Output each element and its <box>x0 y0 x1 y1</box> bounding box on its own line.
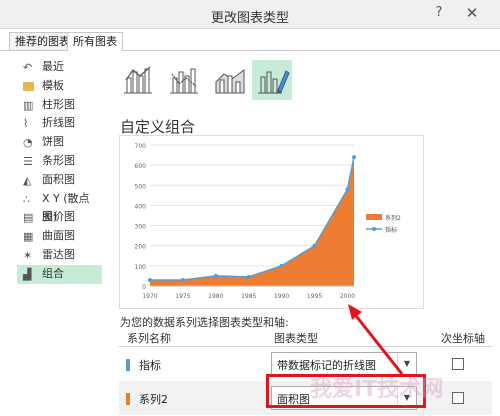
y-tick-label: 500 <box>135 183 147 190</box>
svg-text:我爱IT技术网: 我爱IT技术网 <box>310 377 443 402</box>
sidebar-item-label: 折线图 <box>42 116 75 130</box>
combo-chart-icon: ▟ <box>23 267 32 281</box>
sidebar-item[interactable]: ↶ 最近 <box>17 58 102 77</box>
pie-chart-icon: ◔ <box>23 136 33 150</box>
sidebar-item[interactable]: ◭ 面积图 <box>17 171 102 190</box>
watermark-logo: 我爱IT技术网 <box>310 377 443 402</box>
combo-subtype-gallery <box>118 60 298 102</box>
close-button[interactable]: ✕ <box>458 2 486 24</box>
sidebar-item-label: 模板 <box>42 78 64 92</box>
y-tick-label: 600 <box>135 163 147 170</box>
sidebar-item[interactable]: ⌇ 折线图 <box>17 114 102 133</box>
sidebar-item[interactable]: ✶ 雷达图 <box>17 246 102 265</box>
header-series-name: 系列名称 <box>127 332 171 345</box>
stock-chart-icon: ▤ <box>23 211 34 225</box>
series-prompt: 为您的数据系列选择图表类型和轴: <box>120 316 289 329</box>
y-tick-label: 200 <box>135 244 147 251</box>
x-tick-label: 1980 <box>208 293 223 300</box>
tab-recommended-charts[interactable]: 推荐的图表 <box>9 32 76 50</box>
sidebar-item[interactable]: ▟ 组合 <box>17 264 102 284</box>
sidebar-item-label: 最近 <box>42 60 64 73</box>
sidebar-item[interactable]: ▤ 股价图 <box>17 208 102 227</box>
tab-all-charts[interactable]: 所有图表 <box>67 32 123 51</box>
bar-chart-icon: ☰ <box>23 154 33 168</box>
line-series-marker <box>246 274 251 279</box>
help-button[interactable]: ? <box>425 2 453 24</box>
x-tick-label: 1985 <box>241 293 256 300</box>
area-series <box>150 157 354 286</box>
clustered-column-line-secondary-axis-icon[interactable] <box>164 60 204 100</box>
sidebar-item-label: 饼图 <box>42 135 64 149</box>
x-tick-label: 1995 <box>307 293 322 300</box>
series-name: 系列2 <box>139 393 168 406</box>
line-series-marker <box>213 273 218 278</box>
stacked-area-clustered-column-icon[interactable] <box>210 60 250 100</box>
x-tick-label: 1990 <box>274 293 289 300</box>
header-secondary-axis: 次坐标轴 <box>441 332 485 345</box>
area-chart-icon: ◭ <box>23 173 32 187</box>
x-tick-label: 1975 <box>175 293 190 300</box>
legend-label: 系列2 <box>385 214 401 222</box>
line-series-marker <box>180 277 185 282</box>
line-series-marker <box>312 243 317 248</box>
chart-preview: 0 100 200 300 400 500 600 700 1970 1975 1980 1985 19… <box>119 135 424 309</box>
y-tick-label: 100 <box>135 264 147 271</box>
sidebar-item[interactable]: ∴ X Y (散点图) <box>17 190 102 224</box>
sidebar-item-label: 雷达图 <box>42 247 75 261</box>
sidebar-item[interactable]: ▥ 柱形图 <box>17 96 102 115</box>
series-color-swatch <box>126 359 130 371</box>
line-series-marker <box>279 263 284 268</box>
y-tick-label: 400 <box>135 203 147 210</box>
x-tick-label: 2000 <box>340 293 355 300</box>
clustered-column-line-icon[interactable] <box>118 60 158 100</box>
sidebar-item[interactable]: 模板 <box>17 77 102 96</box>
line-series-marker <box>352 155 356 160</box>
surface-chart-icon: ▦ <box>23 230 34 244</box>
header-chart-type: 图表类型 <box>274 332 318 345</box>
sidebar-item-label: 柱形图 <box>42 97 75 111</box>
line-chart-icon: ⌇ <box>23 117 29 131</box>
sidebar-item-label: 曲面图 <box>42 229 75 243</box>
chart-category-list: ↶ 最近模板 ▥ 柱形图 ⌇ 折线图 ◔ 饼图 ☰ 条形图 ◭ 面积图 ∴ X Y (散点图) ▤ 股价图 ▦ 曲… <box>17 58 102 284</box>
radar-chart-icon: ✶ <box>23 248 33 262</box>
y-tick-label: 700 <box>135 143 147 150</box>
chart-svg: 0 100 200 300 400 500 600 700 1970 1975 1980 1985 19… <box>135 143 401 300</box>
line-series-marker <box>345 187 350 192</box>
x-tick-label: 1970 <box>142 293 157 300</box>
series-name: 指标 <box>139 359 161 372</box>
tab-bar: 推荐的图表 所有图表 <box>0 30 500 51</box>
sidebar-item-label: 面积图 <box>42 172 75 186</box>
legend-label: 指标 <box>385 226 397 234</box>
recent-icon: ↶ <box>23 61 33 74</box>
sidebar-item[interactable]: ◔ 饼图 <box>17 133 102 152</box>
section-title: 自定义组合 <box>120 118 196 136</box>
sidebar-item[interactable]: ☰ 条形图 <box>17 152 102 171</box>
sidebar-item-label: 条形图 <box>42 153 75 167</box>
sidebar-item-label: 组合 <box>42 266 64 280</box>
custom-combination-icon[interactable] <box>252 60 292 100</box>
series-color-swatch <box>126 393 130 405</box>
line-series-marker <box>148 277 152 282</box>
scatter-chart-icon: ∴ <box>23 192 30 206</box>
y-tick-label: 300 <box>135 224 147 231</box>
column-chart-icon: ▥ <box>23 98 34 112</box>
legend-marker <box>372 227 376 231</box>
legend-swatch-area <box>366 214 382 220</box>
sidebar-item[interactable]: ▦ 曲面图 <box>17 227 102 246</box>
y-tick-label: 0 <box>142 284 146 291</box>
folder-icon <box>23 81 34 91</box>
sidebar-item-label: 股价图 <box>42 210 75 224</box>
